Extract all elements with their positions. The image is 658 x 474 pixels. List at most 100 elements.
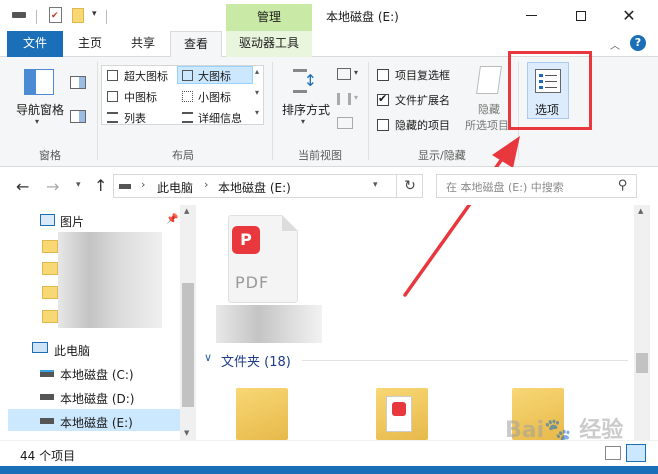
nav-item-this-pc[interactable]: 此电脑 xyxy=(54,342,90,359)
scroll-up-icon[interactable]: ▲ xyxy=(184,207,189,215)
tab-file[interactable]: 文件 xyxy=(7,31,63,57)
help-icon[interactable]: ? xyxy=(630,35,646,51)
pdf-label: PDF xyxy=(235,273,270,292)
chevron-down-icon: ▾ xyxy=(354,68,359,77)
nav-pane-scroll-thumb[interactable] xyxy=(182,283,194,407)
folder-icon xyxy=(42,310,58,323)
folder-icon[interactable] xyxy=(376,388,428,440)
properties-icon[interactable]: ✔ xyxy=(49,7,62,23)
status-bar xyxy=(0,440,658,466)
window-bottom-edge xyxy=(0,466,658,474)
breadcrumb-local-disk-e[interactable]: 本地磁盘 (E:) xyxy=(218,179,291,196)
layout-small-icons[interactable]: 小图标 xyxy=(198,89,231,105)
minimize-icon xyxy=(525,15,537,16)
gallery-scroll-up-icon[interactable]: ▴ xyxy=(255,67,259,76)
folder-icon xyxy=(42,262,58,275)
nav-item-drive-c[interactable]: 本地磁盘 (C:) xyxy=(60,366,134,383)
folder-icon[interactable] xyxy=(236,388,288,440)
forward-button[interactable]: → xyxy=(46,177,59,196)
large-icons-view-icon[interactable] xyxy=(626,444,646,462)
navigation-pane-icon[interactable] xyxy=(24,69,54,95)
nav-item-pictures[interactable]: 图片 xyxy=(60,213,84,230)
drive-d-icon xyxy=(40,394,54,400)
minimize-button[interactable] xyxy=(508,0,554,31)
tab-home[interactable]: 主页 xyxy=(70,31,110,57)
gallery-more-icon[interactable]: ▾ xyxy=(255,108,259,117)
folders-group-header[interactable]: 文件夹 (18) xyxy=(221,351,291,370)
size-columns-icon[interactable] xyxy=(337,117,353,129)
layout-list[interactable]: 列表 xyxy=(124,110,146,126)
search-icon: ⚲ xyxy=(618,178,628,193)
up-button[interactable]: ↑ xyxy=(94,176,107,195)
search-placeholder: 在 本地磁盘 (E:) 中搜索 xyxy=(446,181,564,194)
recent-locations-icon[interactable]: ▾ xyxy=(76,180,81,190)
drive-icon xyxy=(119,184,131,189)
nav-item-drive-e[interactable]: 本地磁盘 (E:) xyxy=(60,414,133,431)
pin-icon[interactable]: 📌 xyxy=(166,214,178,225)
breadcrumb-this-pc[interactable]: 此电脑 xyxy=(157,179,193,196)
new-folder-icon[interactable] xyxy=(72,8,84,23)
sort-by-button[interactable]: 排序方式 xyxy=(282,101,330,118)
scroll-up-icon[interactable]: ▲ xyxy=(638,207,643,215)
file-extensions-checkbox[interactable]: 文件扩展名 xyxy=(377,92,450,108)
maximize-button[interactable] xyxy=(558,0,604,31)
blurred-folder-names xyxy=(58,232,162,328)
details-icon xyxy=(182,112,193,123)
extra-large-icons-icon xyxy=(107,70,118,81)
large-icons-icon xyxy=(182,70,193,81)
content-scroll-thumb[interactable] xyxy=(636,353,648,373)
qat-dropdown-icon[interactable]: ▾ xyxy=(92,9,97,19)
list-icon xyxy=(107,112,118,123)
panes-group-label: 窗格 xyxy=(39,149,61,162)
group-collapse-icon[interactable]: ∨ xyxy=(204,351,212,364)
close-button[interactable]: ✕ xyxy=(606,0,652,31)
refresh-icon: ↻ xyxy=(404,178,416,194)
context-tab-manage[interactable]: 管理 xyxy=(226,4,312,31)
tab-drive-tools[interactable]: 驱动器工具 xyxy=(226,31,312,57)
this-pc-icon xyxy=(32,342,48,353)
chevron-down-icon: ▾ xyxy=(301,117,306,126)
pdf-app-icon: P xyxy=(232,226,260,254)
collapse-ribbon-icon[interactable]: ︿ xyxy=(610,37,620,52)
maximize-icon xyxy=(576,10,586,21)
pictures-icon xyxy=(40,214,55,226)
pdf-file-icon: P PDF xyxy=(228,215,298,303)
item-check-boxes-checkbox[interactable]: 项目复选框 xyxy=(377,67,450,83)
folder-icon xyxy=(42,240,58,253)
gallery-scroll-down-icon[interactable]: ▾ xyxy=(255,88,259,97)
navigation-pane-button[interactable]: 导航窗格 xyxy=(16,101,64,118)
window-title: 本地磁盘 (E:) xyxy=(326,10,399,24)
tab-share[interactable]: 共享 xyxy=(122,31,164,57)
hide-selected-label-1[interactable]: 隐藏 xyxy=(478,101,500,117)
tab-view[interactable]: 查看 xyxy=(170,31,222,58)
details-pane-icon[interactable] xyxy=(70,110,86,123)
sort-by-icon[interactable]: ↕ xyxy=(293,67,317,95)
preview-pane-icon[interactable] xyxy=(70,76,86,89)
drive-icon xyxy=(12,12,26,18)
chevron-down-icon: ▾ xyxy=(35,117,40,126)
layout-medium-icons[interactable]: 中图标 xyxy=(124,89,157,105)
nav-item-drive-d[interactable]: 本地磁盘 (D:) xyxy=(60,390,134,407)
current-view-group-label: 当前视图 xyxy=(298,149,342,162)
hide-selected-icon[interactable] xyxy=(476,66,502,94)
scroll-down-icon[interactable]: ▼ xyxy=(184,429,189,437)
file-extensions-label: 文件扩展名 xyxy=(395,94,450,107)
add-columns-icon[interactable] xyxy=(337,93,351,105)
details-view-icon[interactable] xyxy=(605,446,621,460)
group-separator xyxy=(368,62,369,160)
annotation-arrow xyxy=(403,136,520,297)
content-scrollbar[interactable] xyxy=(634,205,650,440)
annotation-highlight-box xyxy=(508,51,592,130)
layout-extra-large-icons[interactable]: 超大图标 xyxy=(124,68,168,84)
address-dropdown-icon[interactable]: ▾ xyxy=(373,180,378,190)
drive-c-icon xyxy=(40,370,54,377)
refresh-button[interactable]: ↻ xyxy=(396,174,423,198)
layout-large-icons[interactable]: 大图标 xyxy=(198,68,231,84)
checkbox-icon xyxy=(377,69,389,81)
layout-details[interactable]: 详细信息 xyxy=(198,110,242,126)
checkbox-icon xyxy=(377,119,389,131)
group-separator xyxy=(272,62,273,160)
group-by-icon[interactable] xyxy=(337,68,351,80)
back-button[interactable]: ← xyxy=(16,177,29,196)
layout-group-label: 布局 xyxy=(172,149,194,162)
